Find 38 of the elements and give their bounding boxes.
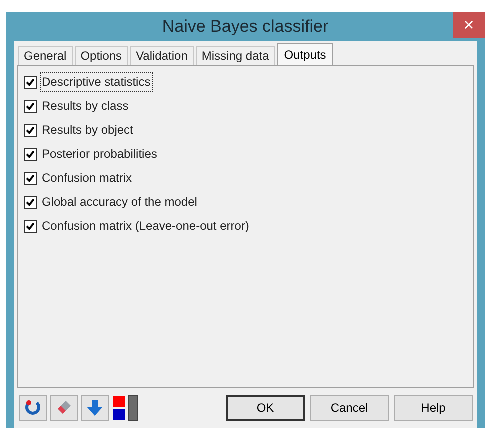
- window-title: Naive Bayes classifier: [162, 16, 329, 38]
- checkmark-icon: [26, 174, 35, 182]
- tab[interactable]: Validation: [130, 46, 194, 65]
- refresh-icon: [24, 399, 42, 417]
- dialog-button[interactable]: Help: [394, 395, 473, 421]
- tab[interactable]: Missing data: [196, 46, 276, 65]
- down-arrow-icon: [86, 399, 104, 417]
- checkmark-icon: [26, 102, 35, 110]
- tab[interactable]: Options: [74, 46, 128, 65]
- tab[interactable]: General: [18, 46, 73, 65]
- checkbox[interactable]: [24, 220, 37, 232]
- color-squares-icon: [112, 395, 126, 421]
- checkbox[interactable]: [24, 196, 37, 208]
- checkmark-icon: [26, 198, 35, 206]
- checkbox[interactable]: [24, 76, 37, 88]
- checkbox[interactable]: [24, 172, 37, 184]
- close-button[interactable]: ×: [453, 12, 485, 38]
- checkbox-label: Confusion matrix (Leave-one-out error): [41, 218, 250, 235]
- checkmark-icon: [26, 126, 35, 134]
- checkbox[interactable]: [24, 124, 37, 136]
- separator-bar: [128, 395, 138, 421]
- eraser-button[interactable]: [50, 395, 78, 421]
- reset-button[interactable]: [19, 395, 47, 421]
- down-button[interactable]: [81, 395, 109, 421]
- checkbox[interactable]: [24, 148, 37, 160]
- dialog-button[interactable]: OK: [226, 395, 305, 421]
- checkbox-label: Descriptive statistics: [40, 72, 153, 92]
- dialog-button[interactable]: Cancel: [310, 395, 389, 421]
- checkbox-label: Results by class: [41, 98, 130, 115]
- checkbox-label: Results by object: [41, 122, 134, 139]
- checkbox-label: Confusion matrix: [41, 170, 134, 187]
- checkmark-icon: [26, 150, 35, 158]
- checkmark-icon: [26, 222, 35, 230]
- checkbox-label: Global accuracy of the model: [41, 194, 198, 211]
- checkbox-label: Posterior probabilities: [41, 146, 158, 163]
- checkbox[interactable]: [24, 100, 37, 112]
- tab[interactable]: Outputs: [277, 43, 334, 65]
- checkmark-icon: [26, 78, 35, 86]
